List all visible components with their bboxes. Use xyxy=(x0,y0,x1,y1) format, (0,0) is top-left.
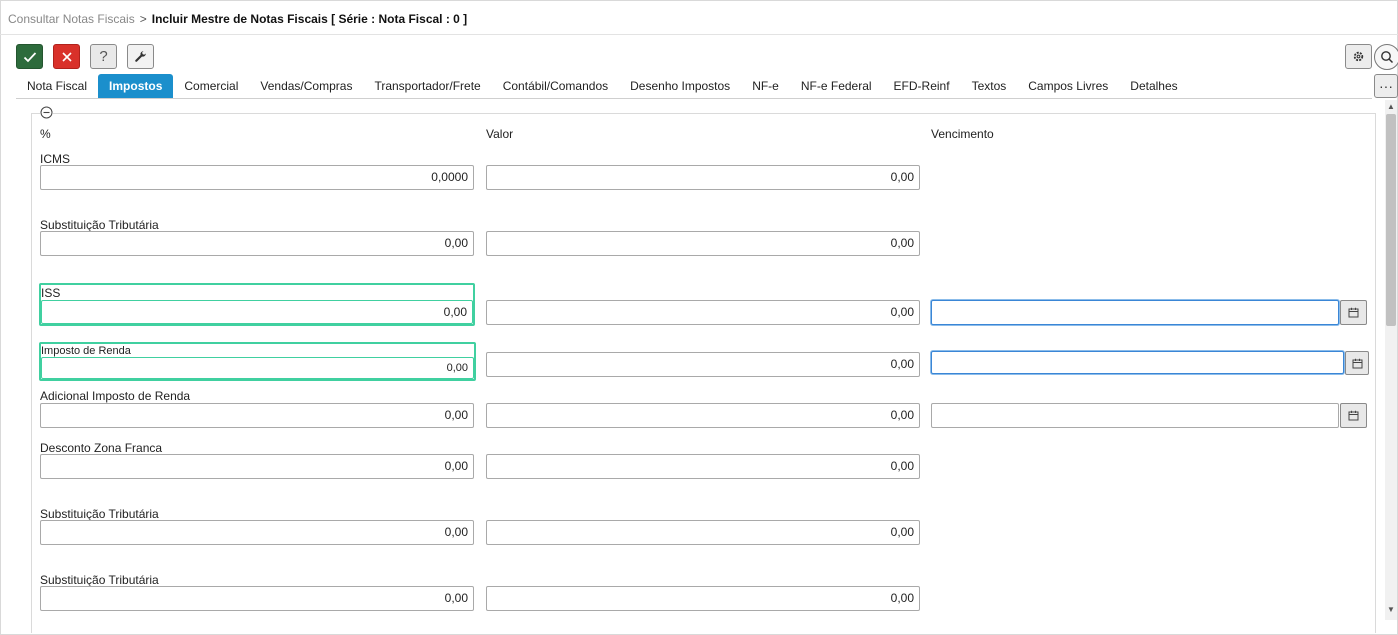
icms-value-input[interactable]: 0,00 xyxy=(486,165,920,190)
column-header-value: Valor xyxy=(486,127,514,141)
iss-label: ISS xyxy=(41,286,61,300)
calendar-icon xyxy=(1348,307,1359,318)
st3-value-input[interactable]: 0,00 xyxy=(486,586,920,611)
tab-nfe[interactable]: NF-e xyxy=(741,74,790,99)
adicional-ir-value-input[interactable]: 0,00 xyxy=(486,403,920,428)
tab-detalhes[interactable]: Detalhes xyxy=(1119,74,1188,99)
column-header-due-date: Vencimento xyxy=(931,127,994,141)
column-header-percent: % xyxy=(40,127,51,141)
scrollbar-thumb[interactable] xyxy=(1386,114,1396,326)
tab-contabil-comandos[interactable]: Contábil/Comandos xyxy=(492,74,619,99)
tab-nota-fiscal[interactable]: Nota Fiscal xyxy=(16,74,98,99)
st2-label: Substituição Tributária xyxy=(40,507,159,521)
tab-transportador-frete[interactable]: Transportador/Frete xyxy=(363,74,491,99)
st-value-input[interactable]: 0,00 xyxy=(486,231,920,256)
tab-campos-livres[interactable]: Campos Livres xyxy=(1017,74,1119,99)
st2-percent-input[interactable]: 0,00 xyxy=(40,520,474,545)
breadcrumb-parent-link[interactable]: Consultar Notas Fiscais xyxy=(8,12,135,26)
breadcrumb: Consultar Notas Fiscais > Incluir Mestre d… xyxy=(8,12,467,26)
ir-label: Imposto de Renda xyxy=(41,345,131,357)
tab-impostos[interactable]: Impostos xyxy=(98,74,174,99)
adicional-ir-due-date-input[interactable] xyxy=(931,403,1339,428)
st-label: Substituição Tributária xyxy=(40,218,159,232)
iss-value-input[interactable]: 0,00 xyxy=(486,300,920,325)
iss-due-date-input[interactable] xyxy=(931,300,1339,325)
scroll-up-icon[interactable]: ▲ xyxy=(1386,102,1396,112)
help-label: ? xyxy=(99,48,108,65)
tools-button[interactable] xyxy=(127,44,154,69)
calendar-icon xyxy=(1352,358,1362,368)
breadcrumb-separator: > xyxy=(139,12,147,26)
tab-vendas-compras[interactable]: Vendas/Compras xyxy=(249,74,363,99)
adicional-ir-percent-input[interactable]: 0,00 xyxy=(40,403,474,428)
iss-calendar-button[interactable] xyxy=(1340,300,1367,325)
desconto-zf-value-input[interactable]: 0,00 xyxy=(486,454,920,479)
ir-percent-input[interactable]: 0,00 xyxy=(41,357,474,379)
st3-percent-input[interactable]: 0,00 xyxy=(40,586,474,611)
checkmark-icon xyxy=(23,51,36,62)
ir-calendar-button[interactable] xyxy=(1345,351,1369,375)
page-title: Incluir Mestre de Notas Fiscais [ Série … xyxy=(151,12,468,26)
ir-due-date-input[interactable] xyxy=(931,351,1344,374)
more-tabs-button[interactable]: ··· xyxy=(1374,74,1398,98)
desconto-zf-percent-input[interactable]: 0,00 xyxy=(40,454,474,479)
icms-percent-input[interactable]: 0,0000 xyxy=(40,165,474,190)
gear-icon xyxy=(1353,51,1364,62)
help-button[interactable]: ? xyxy=(90,44,117,69)
iss-percent-input[interactable]: 0,00 xyxy=(41,300,473,324)
more-icon: ··· xyxy=(1379,78,1393,94)
tab-efd-reinf[interactable]: EFD-Reinf xyxy=(883,74,961,99)
adicional-ir-label: Adicional Imposto de Renda xyxy=(40,389,191,403)
calendar-icon xyxy=(1348,410,1359,421)
desconto-zf-label: Desconto Zona Franca xyxy=(40,441,163,455)
tab-nfe-federal[interactable]: NF-e Federal xyxy=(790,74,883,99)
tab-bar: Nota Fiscal Impostos Comercial Vendas/Co… xyxy=(16,74,1189,99)
adicional-ir-calendar-button[interactable] xyxy=(1340,403,1367,428)
cancel-button[interactable] xyxy=(53,44,80,69)
tab-textos[interactable]: Textos xyxy=(961,74,1018,99)
x-icon xyxy=(61,51,72,62)
tab-comercial[interactable]: Comercial xyxy=(173,74,249,99)
tabs-divider xyxy=(16,98,1372,99)
search-button[interactable] xyxy=(1374,44,1398,70)
icms-label: ICMS xyxy=(40,152,70,166)
search-icon xyxy=(1381,51,1394,64)
st2-value-input[interactable]: 0,00 xyxy=(486,520,920,545)
tab-desenho-impostos[interactable]: Desenho Impostos xyxy=(619,74,741,99)
ir-value-input[interactable]: 0,00 xyxy=(486,352,920,377)
collapse-icon[interactable] xyxy=(40,106,53,119)
confirm-button[interactable] xyxy=(16,44,43,69)
scroll-down-icon[interactable]: ▼ xyxy=(1386,605,1396,615)
st-percent-input[interactable]: 0,00 xyxy=(40,231,474,256)
settings-button[interactable] xyxy=(1345,44,1372,69)
st3-label: Substituição Tributária xyxy=(40,573,159,587)
header-divider xyxy=(0,34,1398,35)
wrench-icon xyxy=(135,51,146,62)
